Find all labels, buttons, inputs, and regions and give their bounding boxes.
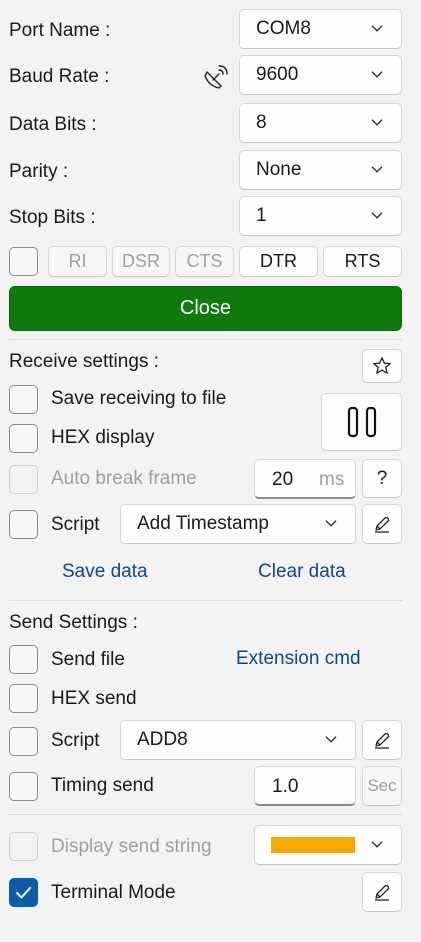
save-to-file-checkbox[interactable] bbox=[9, 385, 38, 414]
pencil-icon bbox=[375, 732, 390, 749]
clear-data-link[interactable]: Clear data bbox=[258, 561, 346, 583]
terminal-mode-checkbox[interactable] bbox=[9, 878, 38, 907]
auto-break-checkbox[interactable] bbox=[9, 465, 38, 494]
parity-value: None bbox=[256, 159, 302, 180]
send-script-edit-button[interactable] bbox=[362, 720, 402, 760]
send-script-value: ADD8 bbox=[137, 729, 188, 750]
favorite-button[interactable] bbox=[362, 349, 402, 383]
baud-rate-select[interactable]: 9600 bbox=[239, 55, 402, 95]
send-file-label: Send file bbox=[51, 649, 125, 670]
hex-display-label: HEX display bbox=[51, 427, 155, 448]
receive-script-edit-button[interactable] bbox=[362, 504, 402, 544]
receive-script-label: Script bbox=[51, 514, 100, 535]
hex-send-checkbox[interactable] bbox=[9, 684, 38, 713]
dtr-button[interactable]: DTR bbox=[239, 246, 318, 277]
save-to-file-label: Save receiving to file bbox=[51, 388, 227, 409]
send-color-picker[interactable] bbox=[254, 825, 402, 865]
rts-button[interactable]: RTS bbox=[323, 246, 402, 277]
pause-button[interactable] bbox=[321, 393, 402, 451]
send-script-label: Script bbox=[51, 730, 100, 751]
cts-button[interactable]: CTS bbox=[175, 246, 234, 277]
baud-rate-value: 9600 bbox=[256, 64, 299, 85]
chevron-down-icon bbox=[325, 520, 337, 527]
auto-break-label: Auto break frame bbox=[51, 468, 197, 489]
timing-send-label: Timing send bbox=[51, 775, 154, 796]
terminal-mode-label: Terminal Mode bbox=[51, 882, 176, 903]
send-script-checkbox[interactable] bbox=[9, 727, 38, 756]
timing-send-input[interactable]: 1.0 bbox=[254, 766, 356, 806]
baud-rate-label: Baud Rate : bbox=[9, 66, 110, 87]
auto-break-unit: ms bbox=[319, 469, 345, 490]
port-name-label: Port Name : bbox=[9, 20, 111, 41]
chevron-down-icon bbox=[371, 841, 383, 848]
help-button[interactable]: ? bbox=[362, 459, 402, 498]
receive-script-value: Add Timestamp bbox=[137, 513, 269, 534]
auto-break-value: 20 bbox=[272, 469, 294, 490]
send-settings-title: Send Settings : bbox=[9, 612, 138, 633]
data-bits-value: 8 bbox=[256, 112, 267, 133]
receive-settings-title: Receive settings : bbox=[9, 351, 159, 372]
data-bits-label: Data Bits : bbox=[9, 114, 97, 135]
pencil-icon bbox=[375, 884, 390, 901]
stop-bits-label: Stop Bits : bbox=[9, 207, 96, 228]
divider bbox=[9, 814, 402, 815]
extension-cmd-link[interactable]: Extension cmd bbox=[236, 648, 361, 670]
stop-bits-value: 1 bbox=[256, 205, 267, 226]
parity-label: Parity : bbox=[9, 161, 69, 182]
send-file-checkbox[interactable] bbox=[9, 645, 38, 674]
chevron-down-icon bbox=[325, 736, 337, 743]
pencil-icon bbox=[375, 516, 390, 533]
close-button[interactable]: Close bbox=[9, 286, 402, 331]
divider bbox=[9, 339, 402, 340]
display-send-string-checkbox[interactable] bbox=[9, 832, 38, 861]
ri-button[interactable]: RI bbox=[48, 246, 107, 277]
save-data-link[interactable]: Save data bbox=[62, 561, 148, 583]
star-icon bbox=[373, 357, 391, 374]
port-name-select[interactable]: COM8 bbox=[239, 9, 402, 49]
parity-select[interactable]: None bbox=[239, 150, 402, 190]
send-script-select[interactable]: ADD8 bbox=[120, 720, 356, 760]
chevron-down-icon bbox=[371, 25, 383, 32]
stop-bits-select[interactable]: 1 bbox=[239, 196, 402, 236]
terminal-mode-edit-button[interactable] bbox=[362, 872, 402, 912]
color-swatch bbox=[271, 837, 355, 853]
dsr-button[interactable]: DSR bbox=[112, 246, 170, 277]
receive-script-checkbox[interactable] bbox=[9, 510, 38, 539]
pause-icon bbox=[347, 406, 376, 438]
chevron-down-icon bbox=[371, 212, 383, 219]
receive-script-select[interactable]: Add Timestamp bbox=[120, 504, 356, 544]
timing-send-checkbox[interactable] bbox=[9, 772, 38, 801]
chevron-down-icon bbox=[371, 71, 383, 78]
timing-send-value: 1.0 bbox=[272, 776, 299, 797]
signals-checkbox[interactable] bbox=[9, 247, 38, 276]
chevron-down-icon bbox=[371, 119, 383, 126]
hex-send-label: HEX send bbox=[51, 688, 137, 709]
auto-break-input[interactable]: 20 ms bbox=[254, 459, 356, 499]
timing-unit-button: Sec bbox=[362, 766, 402, 806]
satellite-icon[interactable] bbox=[199, 62, 229, 92]
chevron-down-icon bbox=[371, 166, 383, 173]
port-name-value: COM8 bbox=[256, 18, 311, 39]
hex-display-checkbox[interactable] bbox=[9, 424, 38, 453]
data-bits-select[interactable]: 8 bbox=[239, 103, 402, 143]
checkmark-icon bbox=[16, 887, 31, 899]
divider bbox=[9, 600, 402, 601]
display-send-string-label: Display send string bbox=[51, 836, 212, 857]
